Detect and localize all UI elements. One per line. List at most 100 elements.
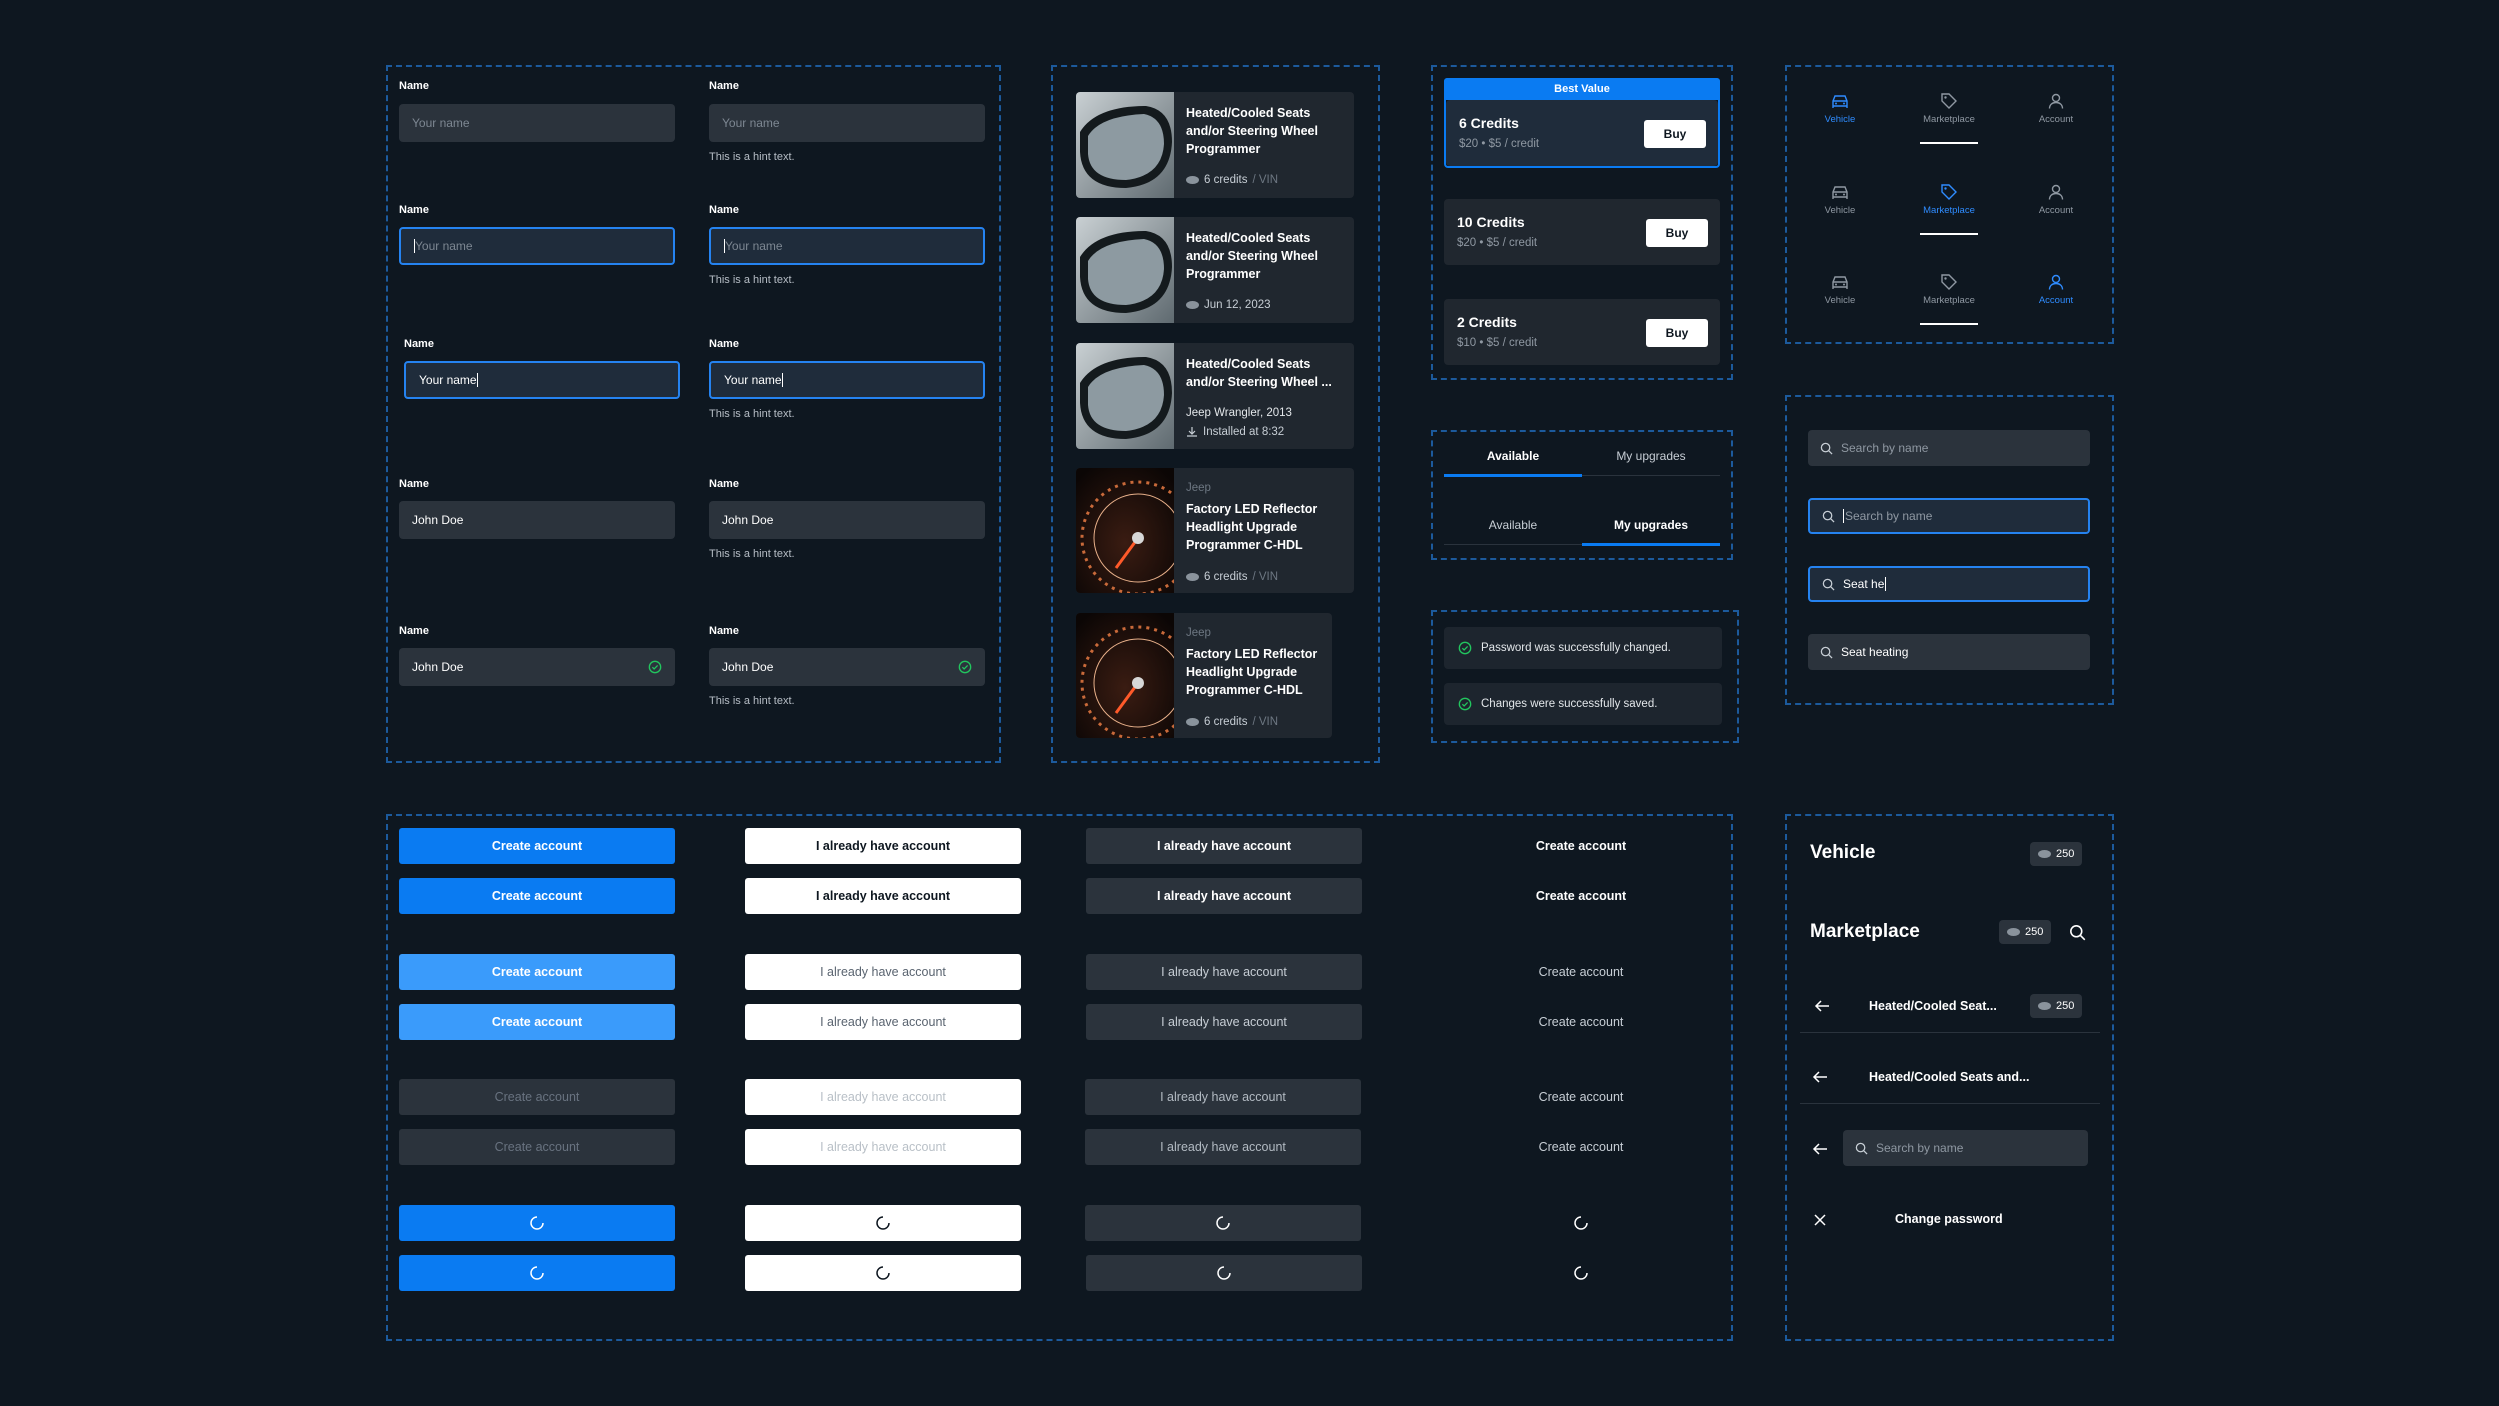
- buy-button[interactable]: Buy: [1646, 219, 1708, 247]
- have-account-button-loading[interactable]: [745, 1205, 1021, 1241]
- credit-balance[interactable]: 250: [1999, 920, 2052, 944]
- hint-text: This is a hint text.: [709, 548, 795, 560]
- create-account-button-hover[interactable]: Create account: [399, 1004, 675, 1040]
- product-brand: Jeep: [1186, 627, 1211, 639]
- product-card[interactable]: Heated/Cooled Seats and/or Steering Whee…: [1076, 217, 1354, 323]
- nav-account[interactable]: Account: [2016, 183, 2096, 216]
- have-account-button-hover[interactable]: I already have account: [745, 954, 1021, 990]
- nav-marketplace[interactable]: Marketplace: [1909, 273, 1989, 306]
- name-input-valid-hint[interactable]: John Doe: [709, 648, 985, 686]
- have-account-button-hover[interactable]: I already have account: [745, 1004, 1021, 1040]
- product-card[interactable]: Jeep Factory LED Reflector Headlight Upg…: [1076, 468, 1354, 593]
- create-account-link-disabled[interactable]: Create account: [1443, 1079, 1719, 1115]
- header-search-input[interactable]: Search by name: [1843, 1130, 2088, 1166]
- have-account-button-dark[interactable]: I already have account: [1086, 878, 1362, 914]
- create-account-button-loading[interactable]: [399, 1205, 675, 1241]
- name-input-filled[interactable]: John Doe: [399, 501, 675, 539]
- search-icon: [1822, 578, 1835, 591]
- name-input-filled-hint[interactable]: John Doe: [709, 501, 985, 539]
- have-account-button-loading[interactable]: [745, 1255, 1021, 1291]
- nav-marketplace[interactable]: Marketplace: [1909, 183, 1989, 216]
- create-account-link-hover[interactable]: Create account: [1443, 1004, 1719, 1040]
- create-account-link-loading[interactable]: [1443, 1255, 1719, 1291]
- search-input-default[interactable]: Search by name: [1808, 430, 2090, 466]
- create-account-button-loading[interactable]: [399, 1255, 675, 1291]
- create-account-link-disabled[interactable]: Create account: [1443, 1129, 1719, 1165]
- credit-pack[interactable]: 10 Credits $20 • $5 / credit Buy: [1444, 199, 1720, 265]
- buy-button[interactable]: Buy: [1646, 319, 1708, 347]
- coin-icon: [1186, 301, 1199, 309]
- speedometer-image: [1076, 613, 1174, 738]
- tag-icon: [1941, 184, 1957, 200]
- credit-pack-title: 6 Credits: [1459, 115, 1519, 131]
- product-installed: Installed at 8:32: [1186, 426, 1284, 438]
- create-account-link-loading[interactable]: [1443, 1205, 1719, 1241]
- name-input-typing-hint[interactable]: Your name: [709, 361, 985, 399]
- product-card[interactable]: Heated/Cooled Seats and/or Steering Whee…: [1076, 92, 1354, 198]
- product-card[interactable]: Jeep Factory LED Reflector Headlight Upg…: [1076, 613, 1332, 738]
- search-input-typing[interactable]: Seat he: [1808, 566, 2090, 602]
- buy-button[interactable]: Buy: [1644, 120, 1706, 148]
- search-input-filled[interactable]: Seat heating: [1808, 634, 2090, 670]
- have-account-button-disabled[interactable]: I already have account: [745, 1079, 1021, 1115]
- credit-balance[interactable]: 250: [2030, 994, 2083, 1018]
- have-account-button-disabled[interactable]: I already have account: [745, 1129, 1021, 1165]
- credit-pack-title: 2 Credits: [1457, 314, 1517, 330]
- field-label: Name: [709, 204, 739, 216]
- field-label: Name: [709, 338, 739, 350]
- name-input-focused[interactable]: Your name: [399, 227, 675, 265]
- name-input-typing[interactable]: Your name: [404, 361, 680, 399]
- coin-icon: [1186, 176, 1199, 184]
- create-account-button[interactable]: Create account: [399, 828, 675, 864]
- search-icon[interactable]: [2069, 924, 2086, 941]
- have-account-button-dark-loading[interactable]: [1086, 1255, 1362, 1291]
- create-account-button-disabled[interactable]: Create account: [399, 1129, 675, 1165]
- close-icon[interactable]: [1813, 1213, 1827, 1227]
- nav-vehicle[interactable]: Vehicle: [1800, 273, 1880, 306]
- name-input-focused-hint[interactable]: Your name: [709, 227, 985, 265]
- create-account-button[interactable]: Create account: [399, 878, 675, 914]
- create-account-link[interactable]: Create account: [1443, 828, 1719, 864]
- car-icon: [1832, 95, 1848, 108]
- credit-balance[interactable]: 250: [2030, 842, 2083, 866]
- have-account-button[interactable]: I already have account: [745, 878, 1021, 914]
- create-account-link-hover[interactable]: Create account: [1443, 954, 1719, 990]
- tab-my-upgrades[interactable]: My upgrades: [1582, 449, 1720, 463]
- create-account-button-disabled[interactable]: Create account: [399, 1079, 675, 1115]
- nav-marketplace[interactable]: Marketplace: [1909, 92, 1989, 125]
- speedometer-image: [1076, 468, 1174, 593]
- header-change-password-title: Change password: [1895, 1212, 2003, 1226]
- product-brand: Jeep: [1186, 482, 1211, 494]
- credit-pack[interactable]: 6 Credits $20 • $5 / credit Buy: [1446, 100, 1718, 166]
- field-label: Name: [399, 625, 429, 637]
- arrow-left-icon[interactable]: [1812, 1142, 1828, 1156]
- tab-available[interactable]: Available: [1444, 449, 1582, 463]
- have-account-button-dark-hover[interactable]: I already have account: [1086, 954, 1362, 990]
- product-title: Heated/Cooled Seats and/or Steering Whee…: [1186, 357, 1332, 389]
- field-label: Name: [709, 478, 739, 490]
- have-account-button-dark[interactable]: I already have account: [1086, 828, 1362, 864]
- header-product-title: Heated/Cooled Seat...: [1869, 999, 1997, 1013]
- create-account-button-hover[interactable]: Create account: [399, 954, 675, 990]
- name-input-default-hint[interactable]: Your name: [709, 104, 985, 142]
- nav-account[interactable]: Account: [2016, 92, 2096, 125]
- name-input-default[interactable]: Your name: [399, 104, 675, 142]
- product-card[interactable]: Heated/Cooled Seats and/or Steering Whee…: [1076, 343, 1354, 449]
- have-account-button-dark-disabled[interactable]: I already have account: [1085, 1079, 1361, 1115]
- user-icon: [2048, 274, 2064, 290]
- nav-vehicle[interactable]: Vehicle: [1800, 92, 1880, 125]
- create-account-link[interactable]: Create account: [1443, 878, 1719, 914]
- nav-account[interactable]: Account: [2016, 273, 2096, 306]
- nav-vehicle[interactable]: Vehicle: [1800, 183, 1880, 216]
- name-input-valid[interactable]: John Doe: [399, 648, 675, 686]
- tab-available[interactable]: Available: [1444, 518, 1582, 532]
- have-account-button[interactable]: I already have account: [745, 828, 1021, 864]
- arrow-left-icon[interactable]: [1814, 999, 1830, 1013]
- have-account-button-dark-loading[interactable]: [1085, 1205, 1361, 1241]
- tab-my-upgrades[interactable]: My upgrades: [1582, 518, 1720, 532]
- credit-pack[interactable]: 2 Credits $10 • $5 / credit Buy: [1444, 299, 1720, 365]
- search-input-focused[interactable]: Search by name: [1808, 498, 2090, 534]
- have-account-button-dark-hover[interactable]: I already have account: [1086, 1004, 1362, 1040]
- have-account-button-dark-disabled[interactable]: I already have account: [1085, 1129, 1361, 1165]
- arrow-left-icon[interactable]: [1812, 1070, 1828, 1084]
